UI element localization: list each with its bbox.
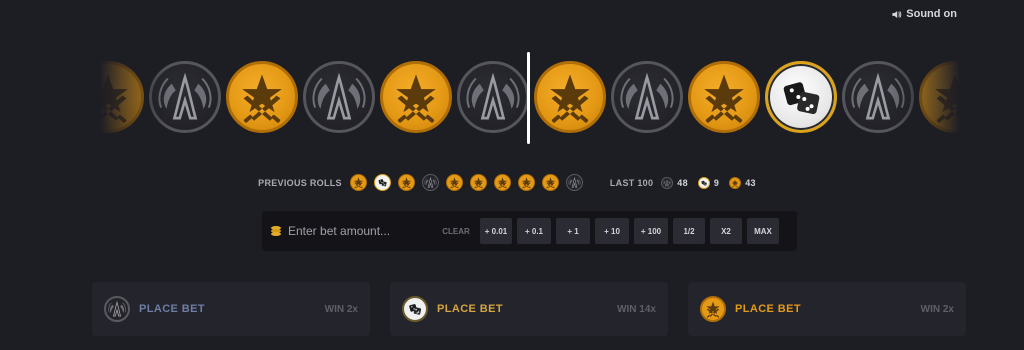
previous-rolls-bar: PREVIOUS ROLLS LAST 100 48 9 43 — [0, 174, 1024, 191]
previous-rolls-list — [349, 174, 590, 191]
last-100-ct-count: 48 — [677, 177, 688, 188]
t-coin — [688, 61, 760, 133]
ct-coin — [611, 61, 683, 133]
quick-bet-button[interactable]: + 10 — [595, 218, 629, 244]
t-coin-icon — [550, 74, 590, 123]
ct-coin — [303, 61, 375, 133]
quick-bet-button[interactable]: + 0.01 — [480, 218, 512, 244]
t-coin-icon — [517, 174, 535, 191]
t-coin — [534, 61, 606, 133]
bet-amount-placeholder: Enter bet amount... — [288, 224, 391, 238]
ct-coin-icon — [851, 72, 905, 120]
quick-bet-button[interactable]: + 100 — [634, 218, 668, 244]
ct-coin-icon — [620, 72, 674, 120]
quick-bet-button[interactable]: MAX — [747, 218, 779, 244]
t-coin — [919, 61, 960, 133]
t-coin-icon — [541, 174, 559, 191]
ct-coin-icon — [661, 176, 674, 189]
win-multiplier: WIN 14x — [617, 303, 656, 315]
roll-strip — [100, 55, 960, 145]
ct-coin — [457, 61, 529, 133]
place-bet-t-panel[interactable]: PLACE BET WIN 2x — [688, 282, 966, 336]
bet-bar: Enter bet amount... CLEAR + 0.01 + 0.1 + 1… — [262, 211, 797, 251]
ct-coin-icon — [421, 174, 439, 191]
clear-button[interactable]: CLEAR — [440, 227, 472, 236]
t-coin-icon — [493, 174, 511, 191]
ct-coin — [842, 61, 914, 133]
t-coin — [100, 61, 144, 133]
roll-ticker — [527, 52, 530, 144]
last-100-label: LAST 100 — [609, 177, 654, 188]
ct-coin-icon — [104, 296, 130, 322]
place-bet-label: PLACE BET — [139, 303, 205, 315]
quick-bet-button[interactable]: + 0.1 — [517, 218, 551, 244]
bonus-coin-icon — [402, 296, 428, 322]
quick-bet-buttons: + 0.01 + 0.1 + 1 + 10 + 100 1/2 X2 MAX — [480, 218, 784, 244]
bonus-coin-icon — [697, 176, 710, 189]
t-coin-icon — [700, 296, 726, 322]
bonus-coin — [765, 61, 837, 133]
t-coin-icon — [349, 174, 367, 191]
ct-coin-icon — [312, 72, 366, 120]
place-bet-label: PLACE BET — [437, 303, 503, 315]
win-multiplier: WIN 2x — [920, 303, 954, 315]
t-coin-icon — [396, 74, 436, 123]
t-coin-icon — [704, 74, 744, 123]
quick-bet-button[interactable]: 1/2 — [673, 218, 705, 244]
bet-amount-input[interactable]: Enter bet amount... — [262, 224, 440, 238]
t-coin — [380, 61, 452, 133]
bonus-coin-icon — [373, 174, 391, 191]
place-bet-ct-panel[interactable]: PLACE BET WIN 2x — [92, 282, 370, 336]
bonus-coin-icon — [783, 82, 820, 115]
win-multiplier: WIN 2x — [324, 303, 358, 315]
t-coin — [226, 61, 298, 133]
last-100-bonus-count: 9 — [713, 177, 720, 188]
t-coin-icon — [469, 174, 487, 191]
t-coin-icon — [935, 74, 960, 123]
previous-rolls-label: PREVIOUS ROLLS — [258, 177, 342, 188]
ct-coin-icon — [466, 72, 520, 120]
ct-coin-icon — [565, 174, 583, 191]
ct-coin — [149, 61, 221, 133]
t-coin-icon — [100, 74, 128, 123]
quick-bet-button[interactable]: X2 — [710, 218, 742, 244]
t-coin-icon — [397, 174, 415, 191]
quick-bet-button[interactable]: + 1 — [556, 218, 590, 244]
coins-icon — [271, 226, 281, 236]
last-100-t-count: 43 — [745, 177, 756, 188]
place-bet-bonus-panel[interactable]: PLACE BET WIN 14x — [390, 282, 668, 336]
place-bet-label: PLACE BET — [735, 303, 801, 315]
t-coin-icon — [445, 174, 463, 191]
sound-toggle[interactable]: Sound on — [891, 8, 957, 20]
t-coin-icon — [729, 176, 742, 189]
t-coin-icon — [242, 74, 282, 123]
ct-coin-icon — [158, 72, 212, 120]
speaker-icon — [892, 10, 902, 18]
sound-label: Sound on — [906, 8, 957, 20]
